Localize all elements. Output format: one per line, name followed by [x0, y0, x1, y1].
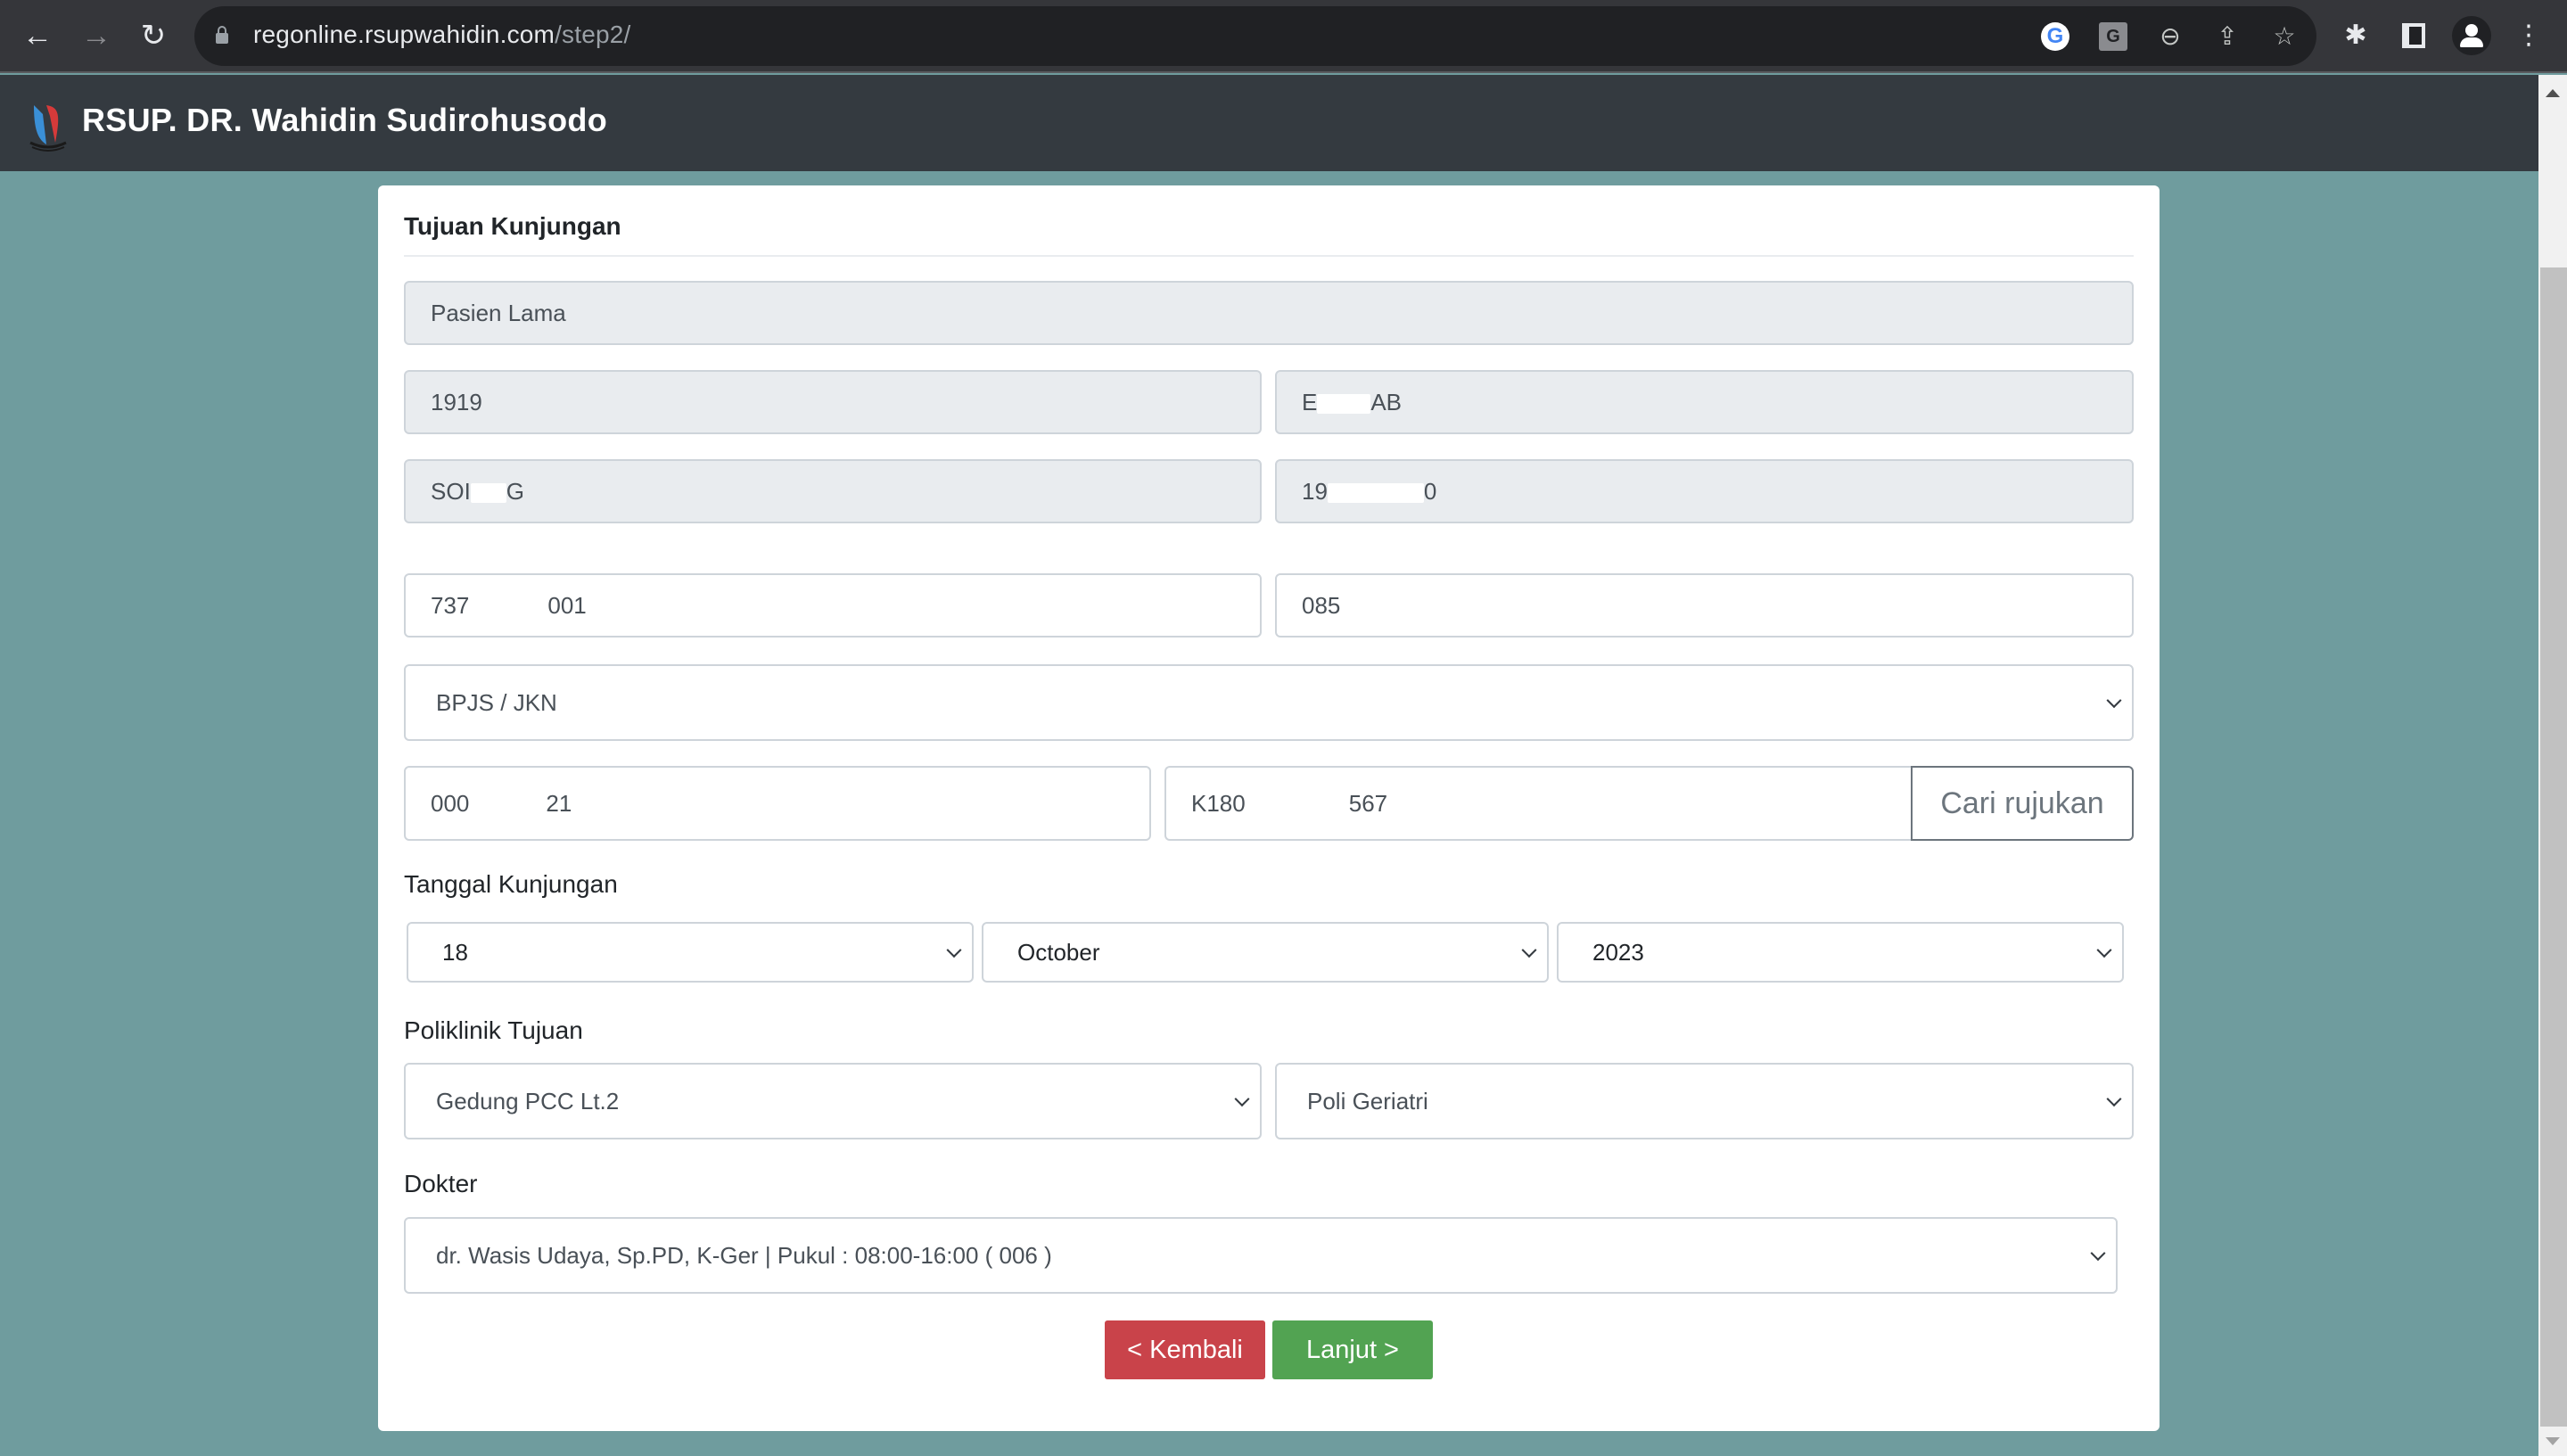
- visit-date-label: Tanggal Kunjungan: [404, 870, 618, 898]
- site-title[interactable]: RSUP. DR. Wahidin Sudirohusodo: [82, 102, 607, 139]
- patient-name-field[interactable]: E AB: [1275, 370, 2134, 434]
- bpjs-suffix: 21: [546, 790, 572, 817]
- forward-icon[interactable]: →: [78, 18, 114, 53]
- chevron-down-icon: [1234, 1091, 1250, 1107]
- next-button[interactable]: Lanjut >: [1272, 1320, 1433, 1379]
- medical-record-number-field[interactable]: 1919: [404, 370, 1262, 434]
- referral-prefix: K180: [1191, 790, 1246, 817]
- birthdate-prefix: 19: [1302, 478, 1328, 505]
- chevron-down-icon: [2106, 693, 2122, 709]
- bpjs-card-number-field[interactable]: 000 21: [404, 766, 1151, 841]
- form-title: Tujuan Kunjungan: [404, 212, 621, 240]
- phone-prefix: 085: [1302, 592, 1341, 619]
- visit-year-select[interactable]: 2023: [1557, 922, 2124, 983]
- nik-field[interactable]: 737 001: [404, 573, 1262, 638]
- visit-day-value: 18: [442, 939, 468, 966]
- reload-icon[interactable]: ↻: [136, 18, 171, 53]
- visit-month-select[interactable]: October: [982, 922, 1549, 983]
- share-icon[interactable]: ⇪: [2213, 22, 2242, 51]
- site-header: RSUP. DR. Wahidin Sudirohusodo: [0, 75, 2538, 171]
- redaction-mask: [469, 597, 548, 618]
- url-path: /step2/: [555, 21, 631, 48]
- redaction-mask: [1245, 795, 1349, 816]
- birthplace-suffix: G: [506, 478, 525, 505]
- scroll-thumb[interactable]: [2540, 267, 2567, 1427]
- referral-number-field[interactable]: K180 567: [1164, 766, 1912, 841]
- visit-form-card: Tujuan Kunjungan Pasien Lama 1919 E AB SO…: [378, 185, 2160, 1431]
- lock-icon[interactable]: [216, 26, 228, 44]
- scroll-down-arrow-icon[interactable]: [2546, 1437, 2560, 1445]
- bpjs-prefix: 000: [431, 790, 470, 817]
- nik-prefix: 737: [431, 592, 470, 619]
- visit-month-value: October: [1017, 939, 1100, 966]
- clinic-label: Poliklinik Tujuan: [404, 1016, 583, 1044]
- birthplace-prefix: SOI: [431, 478, 471, 505]
- chevron-down-icon: [2106, 1091, 2122, 1107]
- chevron-down-icon: [1521, 942, 1537, 958]
- scroll-up-arrow-icon[interactable]: [2546, 89, 2560, 97]
- building-value: Gedung PCC Lt.2: [436, 1088, 620, 1115]
- redaction-mask: [1317, 394, 1371, 415]
- building-select[interactable]: Gedung PCC Lt.2: [404, 1063, 1262, 1139]
- redaction-mask: [1327, 483, 1424, 504]
- name-prefix: E: [1302, 389, 1318, 415]
- bookmark-star-icon[interactable]: ☆: [2270, 22, 2299, 51]
- translate-icon[interactable]: G: [2099, 22, 2127, 51]
- phone-field[interactable]: 085: [1275, 573, 2134, 638]
- patient-type-field[interactable]: Pasien Lama: [404, 281, 2134, 345]
- page-scrollbar[interactable]: [2538, 75, 2567, 1456]
- referral-suffix: 567: [1348, 790, 1388, 817]
- extensions-icon[interactable]: ✱: [2340, 20, 2372, 52]
- nik-suffix: 001: [547, 592, 587, 619]
- payment-method-select[interactable]: BPJS / JKN: [404, 664, 2134, 741]
- back-button[interactable]: < Kembali: [1105, 1320, 1265, 1379]
- redaction-mask: [1340, 597, 1403, 618]
- url-text[interactable]: regonline.rsupwahidin.com/step2/: [253, 21, 631, 49]
- birthdate-field[interactable]: 19 0: [1275, 459, 2134, 523]
- hospital-logo-icon: [29, 105, 67, 152]
- clinic-select[interactable]: Poli Geriatri: [1275, 1063, 2134, 1139]
- menu-icon[interactable]: ⋮: [2513, 20, 2545, 52]
- doctor-select[interactable]: dr. Wasis Udaya, Sp.PD, K-Ger | Pukul : …: [404, 1217, 2118, 1294]
- address-bar[interactable]: regonline.rsupwahidin.com/step2/ G G ⊖ ⇪…: [194, 6, 2316, 66]
- back-icon[interactable]: ←: [20, 18, 55, 53]
- redaction-mask: [469, 795, 547, 816]
- birthdate-suffix: 0: [1423, 478, 1437, 505]
- birthplace-field[interactable]: SOI G: [404, 459, 1262, 523]
- visit-year-value: 2023: [1592, 939, 1644, 966]
- chevron-down-icon: [946, 942, 962, 958]
- url-host: regonline.rsupwahidin.com: [253, 21, 555, 48]
- find-referral-button[interactable]: Cari rujukan: [1911, 766, 2134, 841]
- doctor-label: Dokter: [404, 1170, 478, 1197]
- google-icon[interactable]: G: [2041, 22, 2069, 51]
- doctor-value: dr. Wasis Udaya, Sp.PD, K-Ger | Pukul : …: [436, 1242, 1052, 1269]
- browser-toolbar: ← → ↻ regonline.rsupwahidin.com/step2/ G…: [0, 0, 2567, 73]
- zoom-out-icon[interactable]: ⊖: [2156, 22, 2184, 51]
- profile-icon[interactable]: [2452, 16, 2491, 55]
- side-panel-icon[interactable]: [2402, 23, 2425, 48]
- name-suffix: AB: [1370, 389, 1403, 415]
- clinic-value: Poli Geriatri: [1307, 1088, 1428, 1115]
- chevron-down-icon: [2096, 942, 2112, 958]
- chevron-down-icon: [2090, 1246, 2106, 1262]
- title-divider: [404, 255, 2134, 257]
- visit-day-select[interactable]: 18: [407, 922, 974, 983]
- payment-method-value: BPJS / JKN: [436, 689, 557, 716]
- redaction-mask: [470, 483, 506, 504]
